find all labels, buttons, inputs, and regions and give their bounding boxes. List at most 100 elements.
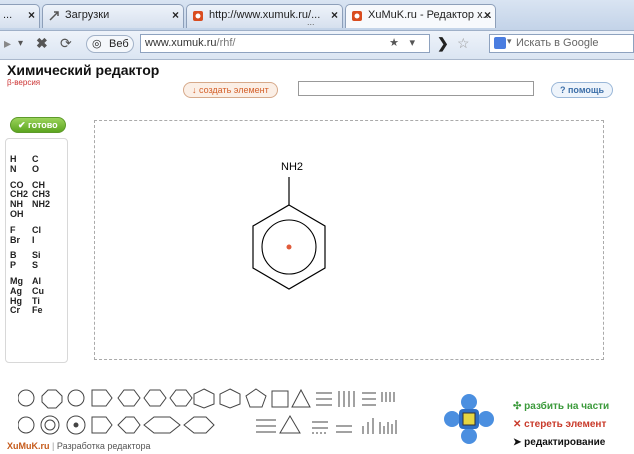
element-symbol[interactable]: Ag [10, 286, 22, 296]
close-icon[interactable]: × [172, 8, 179, 22]
erase-button[interactable]: ✕ стереть элемент [513, 419, 606, 430]
browser-tab-downloads[interactable]: Загрузки × [42, 4, 184, 28]
web-search-mode[interactable]: ◎ Веб [86, 35, 134, 53]
element-symbol[interactable]: S [32, 260, 38, 270]
element-symbol[interactable]: Cu [32, 286, 44, 296]
element-symbol[interactable]: F [10, 225, 16, 235]
bond-triple-vertical[interactable] [338, 391, 355, 407]
reload-icon[interactable]: ⟳ [60, 35, 72, 52]
site-favicon-icon [352, 11, 362, 21]
back-arrow-icon[interactable]: ▸ [4, 35, 11, 52]
move-up-button[interactable] [461, 394, 477, 410]
shape-hexagon-vertical[interactable] [193, 388, 215, 409]
shape-triangle-2[interactable] [279, 415, 301, 434]
bookmark-star-icon[interactable]: ☆ [457, 35, 470, 52]
benzene-ring[interactable] [252, 204, 326, 290]
move-right-button[interactable] [478, 411, 494, 427]
shape-hexagon-wide[interactable] [143, 416, 181, 434]
tab-overflow-indicator[interactable]: ... [307, 17, 315, 27]
shape-circle-3[interactable] [18, 416, 35, 434]
chevron-down-icon[interactable]: ▾ [409, 36, 415, 49]
shape-pentagon[interactable] [245, 388, 267, 408]
element-name-input[interactable] [298, 81, 534, 96]
bond-triple-horizontal[interactable] [316, 392, 332, 406]
bond-vertical-set[interactable] [379, 420, 397, 434]
move-left-button[interactable] [444, 411, 460, 427]
shape-inner-circle [44, 419, 56, 431]
edit-mode-button[interactable]: ➤ редактирование [513, 437, 605, 448]
element-symbol[interactable]: B [10, 250, 17, 260]
shape-circle-ring[interactable] [40, 415, 60, 435]
shape-hexagon-4[interactable] [117, 416, 141, 434]
element-symbol[interactable]: Hg [10, 296, 22, 306]
element-symbol[interactable]: CH [32, 180, 45, 190]
element-symbol[interactable]: NH2 [32, 199, 50, 209]
element-symbol[interactable]: Mg [10, 276, 23, 286]
footer-link[interactable]: Разработка редактора [57, 441, 151, 451]
element-symbol[interactable]: CH2 [10, 189, 28, 199]
close-icon[interactable]: × [28, 8, 35, 22]
element-symbol[interactable]: C [32, 154, 39, 164]
element-symbol[interactable]: CH3 [32, 189, 50, 199]
element-symbol[interactable]: Ti [32, 296, 40, 306]
center-dot [73, 422, 79, 428]
element-symbol[interactable]: Si [32, 250, 41, 260]
shape-square[interactable] [271, 390, 289, 408]
bond-wedge-vertical[interactable] [362, 418, 374, 434]
move-down-button[interactable] [461, 428, 477, 444]
shape-circle-2[interactable] [67, 389, 85, 407]
go-arrow-icon[interactable]: ❯ [437, 35, 449, 52]
search-input[interactable]: ▾ Искать в Google [489, 34, 634, 53]
cursor-icon: ➤ [513, 437, 525, 448]
shape-hexagon[interactable] [117, 389, 141, 407]
shape-pentagon-right[interactable] [91, 389, 113, 407]
bond-dashed-horizontal[interactable] [312, 421, 328, 434]
element-symbol[interactable]: H [10, 154, 17, 164]
url-domain: www.xumuk.ru [145, 37, 217, 49]
shape-hexagon-vertical-2[interactable] [219, 388, 241, 409]
element-symbol[interactable]: P [10, 260, 16, 270]
close-icon[interactable]: × [331, 8, 338, 22]
help-button[interactable]: ? помощь [551, 82, 613, 98]
star-icon[interactable]: ★ [389, 36, 399, 49]
element-symbol[interactable]: CO [10, 180, 24, 190]
element-symbol[interactable]: O [32, 164, 39, 174]
split-button[interactable]: ✣ разбить на части [513, 401, 609, 412]
chevron-down-icon[interactable]: ▾ [18, 38, 23, 49]
shape-hexagon-2[interactable] [143, 389, 167, 407]
element-symbol[interactable]: Al [32, 276, 41, 286]
browser-tab[interactable]: ... × [0, 4, 40, 28]
url-input[interactable]: www.xumuk.ru/rhf/ ★ ▾ [140, 34, 430, 53]
element-symbol[interactable]: OH [10, 209, 24, 219]
shape-octagon[interactable] [41, 389, 63, 409]
tab-label: ... [3, 9, 13, 21]
ring-center-marker[interactable] [286, 244, 292, 250]
element-symbol[interactable]: I [32, 235, 35, 245]
element-symbol[interactable]: NH [10, 199, 23, 209]
create-element-button[interactable]: ↓ создать элемент [183, 82, 278, 98]
bond-single-vertical[interactable] [381, 392, 395, 402]
split-label: разбить на части [524, 401, 610, 412]
element-symbol[interactable]: Br [10, 235, 20, 245]
close-icon[interactable]: × [484, 8, 491, 22]
element-symbol[interactable]: Cl [32, 225, 41, 235]
shape-hexagon-3[interactable] [169, 389, 193, 407]
shape-circle[interactable] [18, 389, 35, 407]
shape-pentagon-right-2[interactable] [91, 416, 113, 434]
element-symbol[interactable]: Cr [10, 305, 20, 315]
footer-logo[interactable]: XuMuK.ru [7, 441, 50, 451]
substituent-label[interactable]: NH2 [281, 161, 303, 173]
browser-tab-xumuk[interactable]: http://www.xumuk.ru/... × [186, 4, 343, 28]
move-navigator [444, 394, 494, 444]
element-symbol[interactable]: N [10, 164, 17, 174]
bond-double-horizontal-2[interactable] [256, 419, 276, 433]
drawing-canvas[interactable]: NH2 [94, 120, 604, 360]
element-symbol[interactable]: Fe [32, 305, 43, 315]
shape-triangle[interactable] [291, 388, 311, 408]
done-button[interactable]: ✔ готово [10, 117, 66, 133]
bond-wedge-horizontal[interactable] [336, 425, 352, 433]
bond-double-horizontal[interactable] [362, 392, 376, 406]
shape-hexagon-open[interactable] [183, 416, 215, 434]
stop-icon[interactable]: ✖ [36, 35, 48, 52]
browser-tab-editor[interactable]: XuMuK.ru - Редактор x... × [345, 4, 496, 28]
